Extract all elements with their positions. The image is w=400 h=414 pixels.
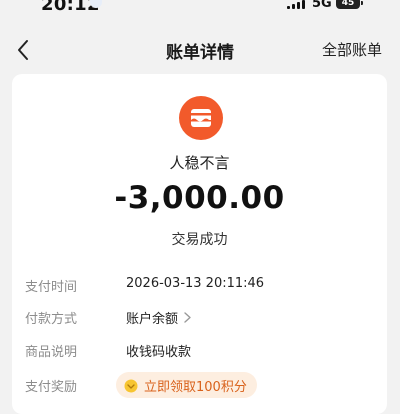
detail-label: 支付奖励 xyxy=(25,380,78,395)
status-bar: 20:12 5G 45 xyxy=(0,0,400,15)
transaction-status: 交易成功 xyxy=(171,232,228,248)
detail-label: 支付时间 xyxy=(25,280,78,295)
signal-icon xyxy=(287,0,307,9)
shop-icon xyxy=(179,96,223,140)
detail-value-wrap: 账户余额 xyxy=(126,308,191,327)
detail-value: 收钱码收款 xyxy=(126,345,192,360)
detail-label: 商品说明 xyxy=(25,345,78,360)
battery-cap xyxy=(361,1,363,5)
detail-value: 账户余额 xyxy=(126,312,179,327)
all-bills-link[interactable]: 全部账单 xyxy=(322,39,382,60)
detail-row-payment-time: 支付时间 2026-03-13 20:11:46 xyxy=(12,274,387,298)
chevron-right-icon xyxy=(184,312,191,327)
coin-icon xyxy=(124,378,138,393)
network-label: 5G xyxy=(312,0,332,11)
reward-text: 立即领取100积分 xyxy=(144,379,247,395)
detail-row-payment-method[interactable]: 付款方式 账户余额 xyxy=(12,306,387,330)
detail-value: 2026-03-13 20:11:46 xyxy=(126,276,265,291)
transaction-amount: -3,000.00 xyxy=(114,180,285,216)
detail-row-payment-reward: 支付奖励 立即领取100积分 xyxy=(12,372,387,398)
bill-detail-card: 人稳不言 -3,000.00 交易成功 支付时间 2026-03-13 20:1… xyxy=(12,74,387,414)
battery-icon: 45 xyxy=(336,0,360,9)
location-indicator-icon xyxy=(90,0,102,8)
claim-reward-button[interactable]: 立即领取100积分 xyxy=(116,372,257,398)
nav-bar: 账单详情 全部账单 xyxy=(0,30,400,70)
detail-label: 付款方式 xyxy=(25,312,78,327)
merchant-name: 人稳不言 xyxy=(169,154,230,172)
detail-row-product-description: 商品说明 收钱码收款 xyxy=(12,339,387,363)
